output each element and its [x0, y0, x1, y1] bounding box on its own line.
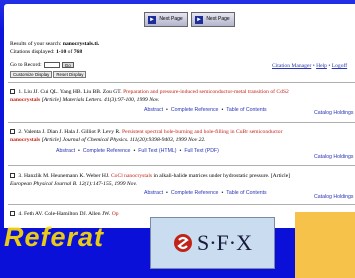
next-page-button[interactable]: ► Next Page: [144, 12, 188, 27]
divider: [8, 122, 355, 123]
sfx-text: S·F·X: [196, 230, 252, 255]
top-links: Citation Manager • Help • Logoff: [272, 63, 348, 69]
record-authors: Valenta J. Dian J. Hala J. Gilliot P. Le…: [23, 129, 121, 135]
record-2-links: Abstract • Complete Reference • Full Text …: [56, 148, 219, 154]
customize-display-button[interactable]: Customize Display: [10, 71, 53, 78]
record-title-link[interactable]: Op: [112, 211, 119, 217]
abstract-link[interactable]: Abstract: [144, 107, 163, 113]
catalog-holdings-link[interactable]: Catalog Holdings: [314, 154, 354, 160]
referat-overlay-text: Referat: [4, 222, 105, 252]
record-detail: [Article] Journal of Chemical Physics. 1…: [41, 137, 206, 143]
next-page-button-2[interactable]: ► Next Page: [191, 12, 235, 27]
citations-prefix: Citations displayed:: [10, 49, 55, 55]
citations-total: 768: [73, 49, 83, 55]
full-text-pdf-link[interactable]: Full Text (PDF): [184, 148, 219, 154]
record-checkbox[interactable]: [10, 211, 15, 216]
abstract-link[interactable]: Abstract: [144, 190, 163, 196]
citation-manager-link[interactable]: Citation Manager: [272, 63, 311, 69]
record-authors: Feth AV. Cole-Hamilton DJ. Allen JW.: [24, 211, 111, 217]
search-term: nanocrystals.ti.: [62, 41, 100, 47]
record-number: 2.: [18, 129, 23, 135]
record-number: 1.: [18, 89, 23, 95]
bullet-icon: •: [166, 107, 168, 113]
divider: [8, 82, 355, 83]
table-of-contents-link[interactable]: Table of Contents: [226, 190, 266, 196]
divider: [8, 165, 355, 166]
record-4: 4. Feth AV. Cole-Hamilton DJ. Allen JW. …: [10, 210, 119, 218]
record-checkbox[interactable]: [10, 129, 15, 134]
screen: ► Next Page ► Next Page Results of your …: [0, 0, 355, 278]
record-number: 4.: [18, 211, 23, 217]
record-3: 3. Hanzlik M. Heunemann K. Weber HJ. CoC…: [10, 172, 290, 188]
next-page-label: Next Page: [206, 16, 230, 22]
bullet-icon: •: [221, 107, 224, 113]
bullet-icon: •: [166, 190, 168, 196]
record-3-links: Abstract • Complete Reference • Table of C…: [144, 190, 267, 196]
record-keyword: nanocrystals: [10, 97, 41, 103]
search-summary: Results of your search: nanocrystals.ti.: [10, 41, 99, 48]
arrow-right-icon: ►: [148, 15, 156, 24]
complete-reference-link[interactable]: Complete Reference: [171, 107, 219, 113]
abstract-link[interactable]: Abstract: [56, 148, 75, 154]
arrow-right-icon: ►: [195, 15, 203, 24]
citation-count: Citations displayed: 1-10 of 768: [10, 49, 82, 56]
next-page-label: Next Page: [159, 16, 183, 22]
record-checkbox[interactable]: [10, 173, 15, 178]
complete-reference-link[interactable]: Complete Reference: [171, 190, 219, 196]
bullet-icon: •: [133, 148, 136, 154]
record-number: 3.: [18, 173, 23, 179]
bullet-icon: •: [78, 148, 80, 154]
full-text-html-link[interactable]: Full Text (HTML): [138, 148, 176, 154]
goto-label: Go to Record:: [10, 62, 42, 68]
record-keyword: nanocrystals: [10, 137, 41, 143]
goto-record-input[interactable]: [43, 62, 60, 68]
page-nav: ► Next Page ► Next Page: [144, 12, 235, 27]
reset-display-button[interactable]: Reset Display: [53, 71, 87, 78]
sfx-logo: S·F·X: [150, 217, 275, 269]
record-detail: [Article] Materials Letters. 41(3):97-10…: [41, 97, 160, 103]
record-title-tail: in alkali-halide matrices under hydrosta…: [153, 173, 291, 179]
record-checkbox[interactable]: [10, 89, 15, 94]
logoff-link[interactable]: Logoff: [332, 63, 347, 69]
record-authors: Hanzlik M. Heunemann K. Weber HJ.: [24, 173, 110, 179]
record-title-link[interactable]: Preparation and pressure-induced semicon…: [123, 89, 289, 95]
complete-reference-link[interactable]: Complete Reference: [83, 148, 131, 154]
record-authors: Liu JJ. Cui QL. Yang HB. Liu BB. Zou GT.: [24, 89, 122, 95]
goto-button[interactable]: Go: [61, 62, 74, 68]
orange-block: [295, 212, 355, 278]
record-2: 2. Valenta J. Dian J. Hala J. Gilliot P.…: [10, 128, 282, 144]
bullet-icon: •: [221, 190, 224, 196]
help-link[interactable]: Help: [316, 63, 327, 69]
record-1-links: Abstract • Complete Reference • Table of C…: [144, 107, 267, 113]
display-options: Customize Display Reset Display: [10, 71, 87, 78]
citations-of: of: [67, 49, 73, 55]
catalog-holdings-link[interactable]: Catalog Holdings: [314, 194, 354, 200]
record-1: 1. Liu JJ. Cui QL. Yang HB. Liu BB. Zou …: [10, 88, 289, 104]
table-of-contents-link[interactable]: Table of Contents: [226, 107, 266, 113]
citations-range: 1-10: [56, 49, 67, 55]
record-title-link[interactable]: Persistent spectral hole-burning and hol…: [122, 129, 282, 135]
bullet-icon: •: [179, 148, 182, 154]
goto-record: Go to Record: Go: [10, 62, 74, 68]
catalog-holdings-link[interactable]: Catalog Holdings: [314, 110, 354, 116]
sfx-swirl-icon: [173, 233, 193, 253]
divider: [8, 204, 355, 205]
record-title-link[interactable]: CoCl nanocrystals: [111, 173, 152, 179]
record-detail: European Physical Journal B. 12(1):147-1…: [10, 181, 137, 187]
search-prefix: Results of your search:: [10, 41, 62, 47]
